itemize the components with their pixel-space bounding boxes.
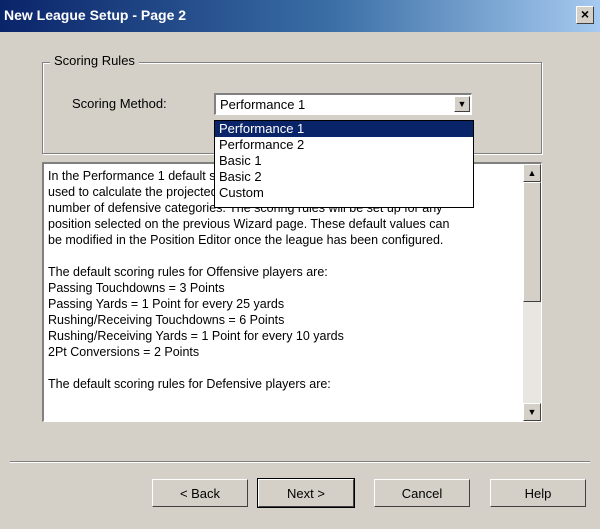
scroll-thumb[interactable]	[523, 182, 541, 302]
description-line: Passing Yards = 1 Point for every 25 yar…	[48, 297, 285, 311]
chevron-down-icon: ▼	[527, 407, 537, 417]
button-separator	[10, 461, 590, 463]
description-gap	[48, 248, 518, 264]
cancel-button[interactable]: Cancel	[374, 479, 470, 507]
title-bar: New League Setup - Page 2 ×	[0, 0, 600, 32]
scoring-method-dropdown-list: Performance 1 Performance 2 Basic 1 Basi…	[214, 120, 474, 208]
scoring-method-value: Performance 1	[220, 97, 306, 112]
vertical-scrollbar[interactable]: ▲ ▼	[523, 164, 541, 421]
dropdown-option-custom[interactable]: Custom	[215, 185, 473, 201]
scoring-method-select[interactable]: Performance 1 ▼	[214, 93, 472, 115]
help-button[interactable]: Help	[490, 479, 586, 507]
scoring-rules-group-title: Scoring Rules	[50, 53, 139, 68]
scoring-method-label: Scoring Method:	[72, 96, 167, 111]
dropdown-arrow-button[interactable]: ▼	[454, 96, 470, 112]
dropdown-option-basic-1[interactable]: Basic 1	[215, 153, 473, 169]
description-line: Rushing/Receiving Yards = 1 Point for ev…	[48, 329, 344, 343]
scroll-up-button[interactable]: ▲	[523, 164, 541, 182]
dropdown-option-performance-1[interactable]: Performance 1	[215, 121, 473, 137]
chevron-up-icon: ▲	[527, 168, 537, 178]
dropdown-option-basic-2[interactable]: Basic 2	[215, 169, 473, 185]
description-line: 2Pt Conversions = 2 Points	[48, 345, 200, 359]
description-line: position selected on the previous Wizard…	[48, 217, 450, 231]
description-line: Rushing/Receiving Touchdowns = 6 Points	[48, 313, 285, 327]
close-button[interactable]: ×	[576, 6, 594, 24]
next-button[interactable]: Next >	[257, 478, 355, 508]
dropdown-option-performance-2[interactable]: Performance 2	[215, 137, 473, 153]
description-line: The default scoring rules for Defensive …	[48, 377, 331, 391]
description-gap	[48, 360, 518, 376]
scroll-down-button[interactable]: ▼	[523, 403, 541, 421]
back-button[interactable]: < Back	[152, 479, 248, 507]
close-icon: ×	[580, 6, 590, 22]
description-line: be modified in the Position Editor once …	[48, 233, 444, 247]
chevron-down-icon: ▼	[457, 99, 467, 109]
description-line: Passing Touchdowns = 3 Points	[48, 281, 225, 295]
window-title: New League Setup - Page 2	[4, 7, 187, 23]
description-line: The default scoring rules for Offensive …	[48, 265, 328, 279]
